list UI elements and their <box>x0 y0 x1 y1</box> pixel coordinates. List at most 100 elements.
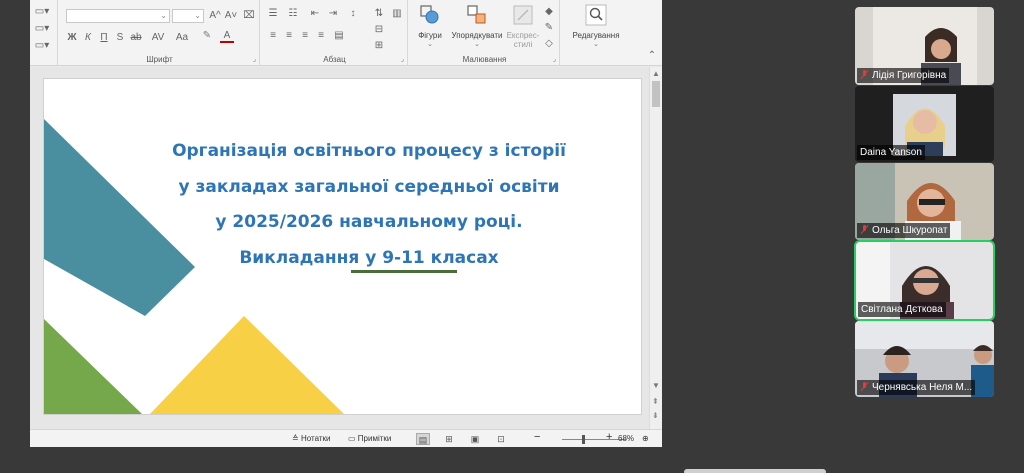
zoom-slider-thumb[interactable] <box>582 435 585 444</box>
slide-title-line-4: Викладання у 9-11 класах <box>239 248 499 268</box>
comments-label: Примітки <box>357 434 392 443</box>
dialog-launcher-icon[interactable]: ⌟ <box>401 55 404 63</box>
drawing-group-label: Малювання <box>462 55 507 64</box>
notes-icon: ≙ <box>292 434 299 443</box>
participant-name: Лідія Григорівна <box>857 68 950 83</box>
ribbon: ▭▾ ▭▾ ▭▾ ⌄ ⌄ A^ A˅ ⌧ Ж К П S ab AV Aa ✎ … <box>30 0 662 66</box>
distributed-icon[interactable]: ▤ <box>332 30 346 42</box>
shapes-button[interactable]: Фігури ⌄ <box>414 4 446 48</box>
arrange-label: Упорядкувати <box>451 31 503 40</box>
participant-tile[interactable]: Лідія Григорівна <box>855 7 994 85</box>
columns-icon[interactable]: ▥ <box>390 8 404 20</box>
character-spacing-button[interactable]: AV <box>148 32 168 44</box>
mic-muted-icon <box>860 70 869 79</box>
align-center-icon[interactable]: ≡ <box>282 30 296 42</box>
fit-to-window-icon[interactable]: ⊕ <box>642 434 649 444</box>
zoom-out-button[interactable]: − <box>534 432 540 443</box>
underline-button[interactable]: П <box>98 32 110 44</box>
quick-styles-icon <box>513 5 533 25</box>
zoom-level[interactable]: 68% <box>618 434 634 444</box>
participant-name-text: Ольга Шкуропат <box>872 225 948 236</box>
shapes-label: Фігури <box>418 31 442 40</box>
italic-button[interactable]: К <box>82 32 94 44</box>
participant-tile[interactable]: Daina Yanson <box>855 86 994 162</box>
vertical-scrollbar[interactable]: ▲ ▼ ⇞ ⇟ <box>649 67 662 429</box>
slide[interactable]: Організація освітнього процесу з історії… <box>44 79 641 414</box>
drawing-group: Фігури ⌄ Упорядкувати ⌄ Експрес- стилі ◆… <box>410 0 560 66</box>
normal-view-button[interactable]: ▤ <box>416 433 430 445</box>
next-slide-icon[interactable]: ⇟ <box>652 411 659 420</box>
title-underline <box>351 270 457 273</box>
paragraph-group-label: Абзац <box>323 55 346 64</box>
active-speaker-tile[interactable]: Світлана Дєткова <box>854 240 995 321</box>
chevron-down-icon: ⌄ <box>427 41 433 48</box>
align-text-icon[interactable]: ⊟ <box>372 24 386 36</box>
section-icon[interactable]: ▭▾ <box>33 40 51 52</box>
align-right-icon[interactable]: ≡ <box>298 30 312 42</box>
justify-icon[interactable]: ≡ <box>314 30 328 42</box>
align-left-icon[interactable]: ≡ <box>266 30 280 42</box>
powerpoint-window: ▭▾ ▭▾ ▭▾ ⌄ ⌄ A^ A˅ ⌧ Ж К П S ab AV Aa ✎ … <box>30 0 662 447</box>
participant-tile[interactable]: Чернявська Неля М... <box>855 321 994 397</box>
participant-name-text: Лідія Григорівна <box>872 70 947 81</box>
shape-outline-icon[interactable]: ✎ <box>542 22 556 34</box>
editing-button[interactable]: Редагування ⌄ <box>566 4 626 48</box>
toolbar-handle[interactable] <box>684 469 826 473</box>
scroll-thumb[interactable] <box>652 81 660 107</box>
scroll-up-icon[interactable]: ▲ <box>652 69 660 78</box>
slide-decoration <box>44 119 344 414</box>
font-size-decrease-button[interactable]: A˅ <box>224 10 238 22</box>
notes-label: Нотатки <box>300 434 331 443</box>
smartart-icon[interactable]: ⊞ <box>372 40 386 52</box>
zoom-in-button[interactable]: + <box>606 432 612 443</box>
participant-tile[interactable]: Ольга Шкуропат <box>855 163 994 240</box>
chevron-down-icon: ⌄ <box>474 41 480 48</box>
shadow-button[interactable]: S <box>114 32 126 44</box>
reset-icon[interactable]: ▭▾ <box>33 23 51 35</box>
arrange-button[interactable]: Упорядкувати ⌄ <box>450 4 504 48</box>
font-family-select[interactable]: ⌄ <box>66 9 170 23</box>
highlight-icon[interactable]: ✎ <box>200 30 214 42</box>
search-icon <box>585 4 607 26</box>
bullets-icon[interactable]: ☰ <box>266 8 280 20</box>
font-size-increase-button[interactable]: A^ <box>208 10 222 22</box>
font-group: ⌄ ⌄ A^ A˅ ⌧ Ж К П S ab AV Aa ✎ A Шрифт ⌟ <box>60 0 260 66</box>
numbering-icon[interactable]: ☷ <box>286 8 300 20</box>
font-color-button[interactable]: A <box>220 30 234 43</box>
bold-button[interactable]: Ж <box>66 32 78 44</box>
notes-button[interactable]: ≙ Нотатки <box>292 434 330 444</box>
comments-button[interactable]: ▭ Примітки <box>348 434 391 444</box>
participant-name: Чернявська Неля М... <box>857 380 976 395</box>
chevron-down-icon: ⌄ <box>194 11 201 20</box>
reading-view-button[interactable]: ▣ <box>468 433 482 445</box>
shape-effects-icon[interactable]: ◇ <box>542 38 556 50</box>
slide-sorter-button[interactable]: ⊞ <box>442 433 456 445</box>
slideshow-button[interactable]: ⊡ <box>494 433 508 445</box>
font-size-select[interactable]: ⌄ <box>172 9 204 23</box>
mic-muted-icon <box>860 225 869 234</box>
strikethrough-button[interactable]: ab <box>128 32 144 44</box>
line-spacing-icon[interactable]: ↕ <box>346 8 360 20</box>
previous-slide-icon[interactable]: ⇞ <box>652 397 659 406</box>
text-direction-icon[interactable]: ⇅ <box>372 8 386 20</box>
decrease-indent-icon[interactable]: ⇤ <box>308 8 322 20</box>
clear-formatting-icon[interactable]: ⌧ <box>242 10 256 22</box>
participant-name: Світлана Дєткова <box>858 302 946 317</box>
dialog-launcher-icon[interactable]: ⌟ <box>553 55 556 63</box>
collapse-ribbon-icon[interactable]: ⌃ <box>646 50 658 62</box>
slide-title-line-1: Організація освітнього процесу з історії <box>172 141 566 161</box>
shape-fill-icon[interactable]: ◆ <box>542 6 556 18</box>
change-case-button[interactable]: Aa <box>172 32 192 44</box>
layout-icon[interactable]: ▭▾ <box>33 6 51 18</box>
dialog-launcher-icon[interactable]: ⌟ <box>253 55 256 63</box>
quick-styles-label-1: Експрес- <box>506 31 540 40</box>
zoom-slider[interactable] <box>562 439 626 440</box>
slide-title-line-2: у закладах загальної середньої освіти <box>178 177 560 197</box>
quick-styles-button[interactable]: Експрес- стилі <box>506 4 540 49</box>
comment-icon: ▭ <box>348 434 356 443</box>
chevron-down-icon: ⌄ <box>593 41 599 48</box>
slides-group: ▭▾ ▭▾ ▭▾ <box>30 0 58 66</box>
increase-indent-icon[interactable]: ⇥ <box>326 8 340 20</box>
scroll-down-icon[interactable]: ▼ <box>652 381 660 390</box>
status-bar: ≙ Нотатки ▭ Примітки ▤ ⊞ ▣ ⊡ − + 68% ⊕ <box>30 429 662 447</box>
